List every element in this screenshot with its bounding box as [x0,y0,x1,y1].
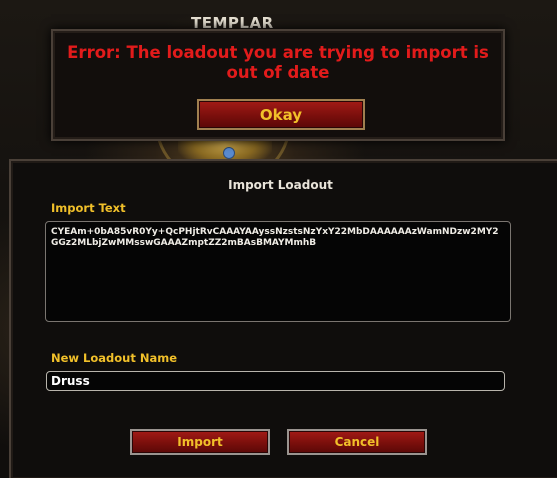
okay-button[interactable]: Okay [197,99,365,130]
import-loadout-dialog: Import Loadout Import Text New Loadout N… [9,159,557,478]
game-screen: TEMPLAR ✕ ✕ ✕ Import Loadout Import Text… [0,0,557,478]
import-text-field[interactable] [45,221,511,322]
error-message: Error: The loadout you are trying to imp… [67,43,489,82]
new-loadout-name-label: New Loadout Name [51,351,178,365]
gem-icon [223,147,235,159]
loadout-name-input[interactable] [46,371,505,391]
import-text-label: Import Text [51,201,126,215]
import-button[interactable]: Import [130,429,270,455]
cancel-button[interactable]: Cancel [287,429,427,455]
error-popup: Error: The loadout you are trying to imp… [51,29,505,141]
dialog-title: Import Loadout [228,178,333,192]
